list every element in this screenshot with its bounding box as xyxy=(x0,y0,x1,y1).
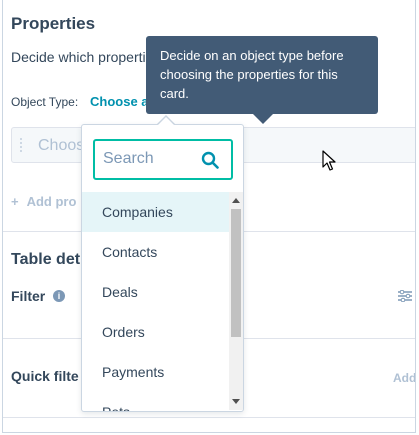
drag-handle-icon[interactable] xyxy=(19,137,23,153)
search-input[interactable] xyxy=(103,148,193,170)
table-details-title: Table det xyxy=(11,251,81,268)
properties-description: Decide which properties xyxy=(11,49,161,65)
list-item-deals[interactable]: Deals xyxy=(82,272,229,312)
tooltip-arrow xyxy=(253,114,273,124)
plus-icon: + xyxy=(11,194,19,209)
object-type-dropdown: Companies Contacts Deals Orders Payments… xyxy=(81,124,244,412)
scrollbar-thumb[interactable] xyxy=(231,209,241,337)
scroll-down-arrow-icon[interactable] xyxy=(232,399,240,404)
quick-filters-label: Quick filte xyxy=(11,368,79,384)
filter-label: Filter xyxy=(11,288,46,304)
add-quick-filter-link[interactable]: Add xyxy=(393,371,415,385)
list-item-payments[interactable]: Payments xyxy=(82,352,229,392)
mouse-cursor-icon xyxy=(322,150,336,171)
list-item-pets[interactable]: Pets xyxy=(82,392,229,411)
list-item-contacts[interactable]: Contacts xyxy=(82,232,229,272)
list-item-orders[interactable]: Orders xyxy=(82,312,229,352)
properties-title: Properties xyxy=(11,14,96,33)
list-item-companies[interactable]: Companies xyxy=(82,192,229,232)
object-type-list: Companies Contacts Deals Orders Payments… xyxy=(82,192,229,411)
dropdown-scrollbar[interactable] xyxy=(229,192,243,410)
filter-settings-icon[interactable] xyxy=(398,290,412,302)
object-type-tooltip: Decide on an object type before choosing… xyxy=(146,36,378,114)
object-type-label: Object Type: xyxy=(11,95,79,109)
add-property-button[interactable]: + Add pro xyxy=(11,194,76,209)
add-property-label: Add pro xyxy=(26,194,77,209)
search-box[interactable] xyxy=(93,139,233,180)
info-icon[interactable]: i xyxy=(53,290,65,302)
divider xyxy=(3,417,415,418)
dropdown-caret-fill xyxy=(158,117,174,125)
scroll-up-arrow-icon[interactable] xyxy=(232,198,240,203)
search-icon[interactable] xyxy=(201,151,219,169)
